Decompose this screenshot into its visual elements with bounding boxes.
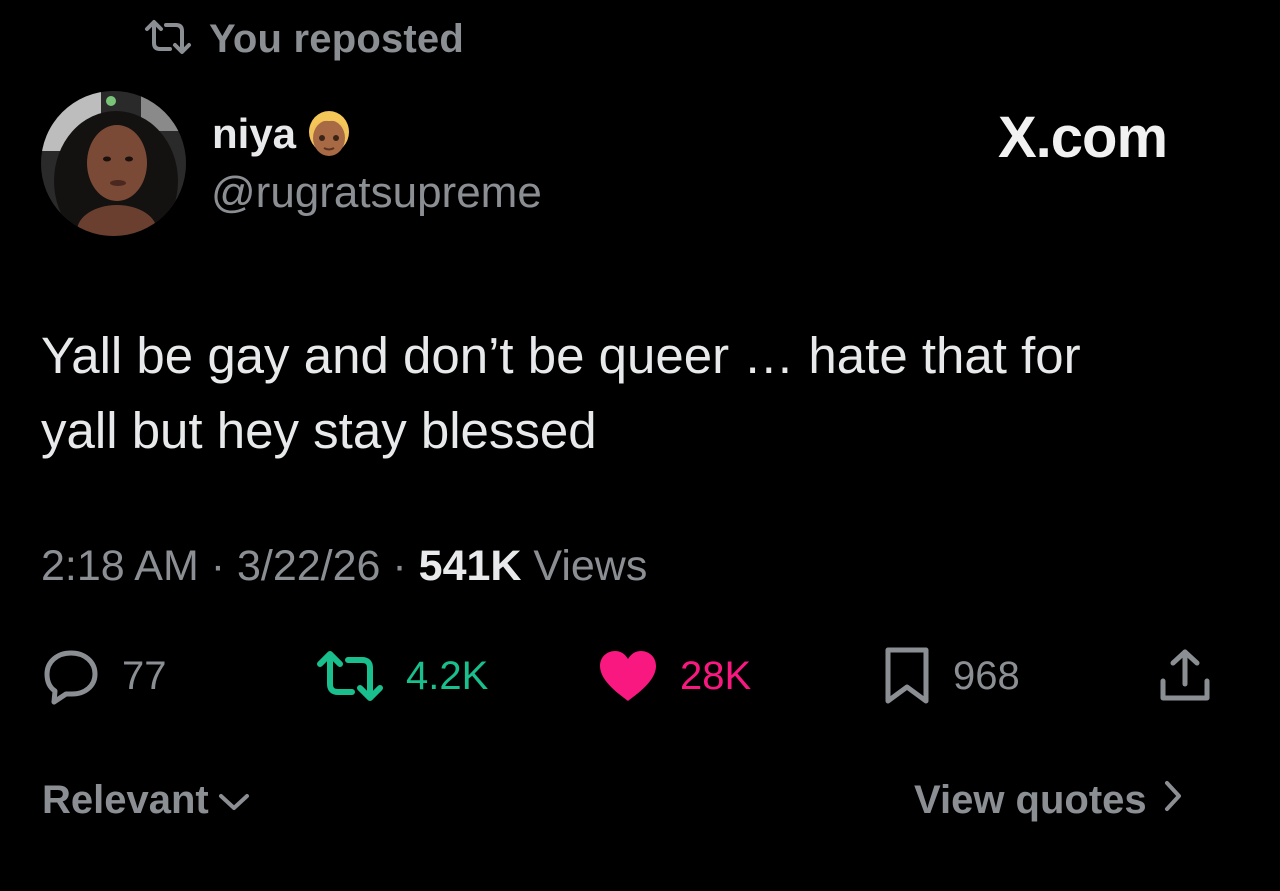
author-name-row[interactable]: niya: [212, 108, 352, 160]
repost-indicator: You reposted: [143, 16, 464, 62]
chevron-down-icon: [217, 778, 251, 823]
repost-label: You reposted: [209, 16, 465, 61]
share-button[interactable]: [1157, 646, 1213, 706]
tweet-text-line-2: yall but hey stay blessed: [41, 402, 597, 459]
views-label: Views: [521, 542, 648, 590]
heart-icon: [598, 649, 658, 703]
share-icon: [1157, 648, 1213, 704]
meta-separator: ·: [380, 542, 419, 590]
display-name[interactable]: niya: [212, 110, 296, 158]
like-count: 28K: [680, 653, 752, 698]
blond-person-emoji: [306, 108, 352, 160]
chevron-right-icon: [1163, 778, 1183, 823]
handle[interactable]: @rugratsupreme: [211, 168, 542, 218]
views-count: 541K: [418, 542, 522, 590]
tweet-time[interactable]: 2:18 AM: [41, 542, 199, 590]
tweet-text-line-1: Yall be gay and don’t be queer … hate th…: [41, 327, 1081, 384]
reply-icon: [42, 647, 100, 705]
like-button[interactable]: 28K: [598, 646, 751, 706]
tweet-meta: 2:18 AM · 3/22/26 · 541K Views: [41, 542, 647, 591]
repost-icon: [143, 19, 193, 60]
view-quotes-label: View quotes: [914, 778, 1147, 822]
sort-dropdown[interactable]: Relevant: [42, 778, 251, 823]
avatar[interactable]: [41, 91, 186, 236]
reply-button[interactable]: 77: [42, 646, 167, 706]
bookmark-button[interactable]: 968: [883, 646, 1020, 706]
tweet-date[interactable]: 3/22/26: [237, 542, 380, 590]
reply-count: 77: [122, 653, 167, 698]
bookmark-icon: [883, 646, 931, 706]
view-quotes-link[interactable]: View quotes: [914, 778, 1183, 823]
repost-button[interactable]: 4.2K: [316, 646, 488, 706]
x-com-brand: X.com: [998, 105, 1168, 170]
tweet-text: Yall be gay and don’t be queer … hate th…: [41, 318, 1241, 468]
bookmark-count: 968: [953, 653, 1020, 698]
repost-icon: [316, 650, 384, 702]
repost-count: 4.2K: [406, 653, 489, 698]
sort-label: Relevant: [42, 778, 209, 822]
meta-separator: ·: [198, 542, 237, 590]
